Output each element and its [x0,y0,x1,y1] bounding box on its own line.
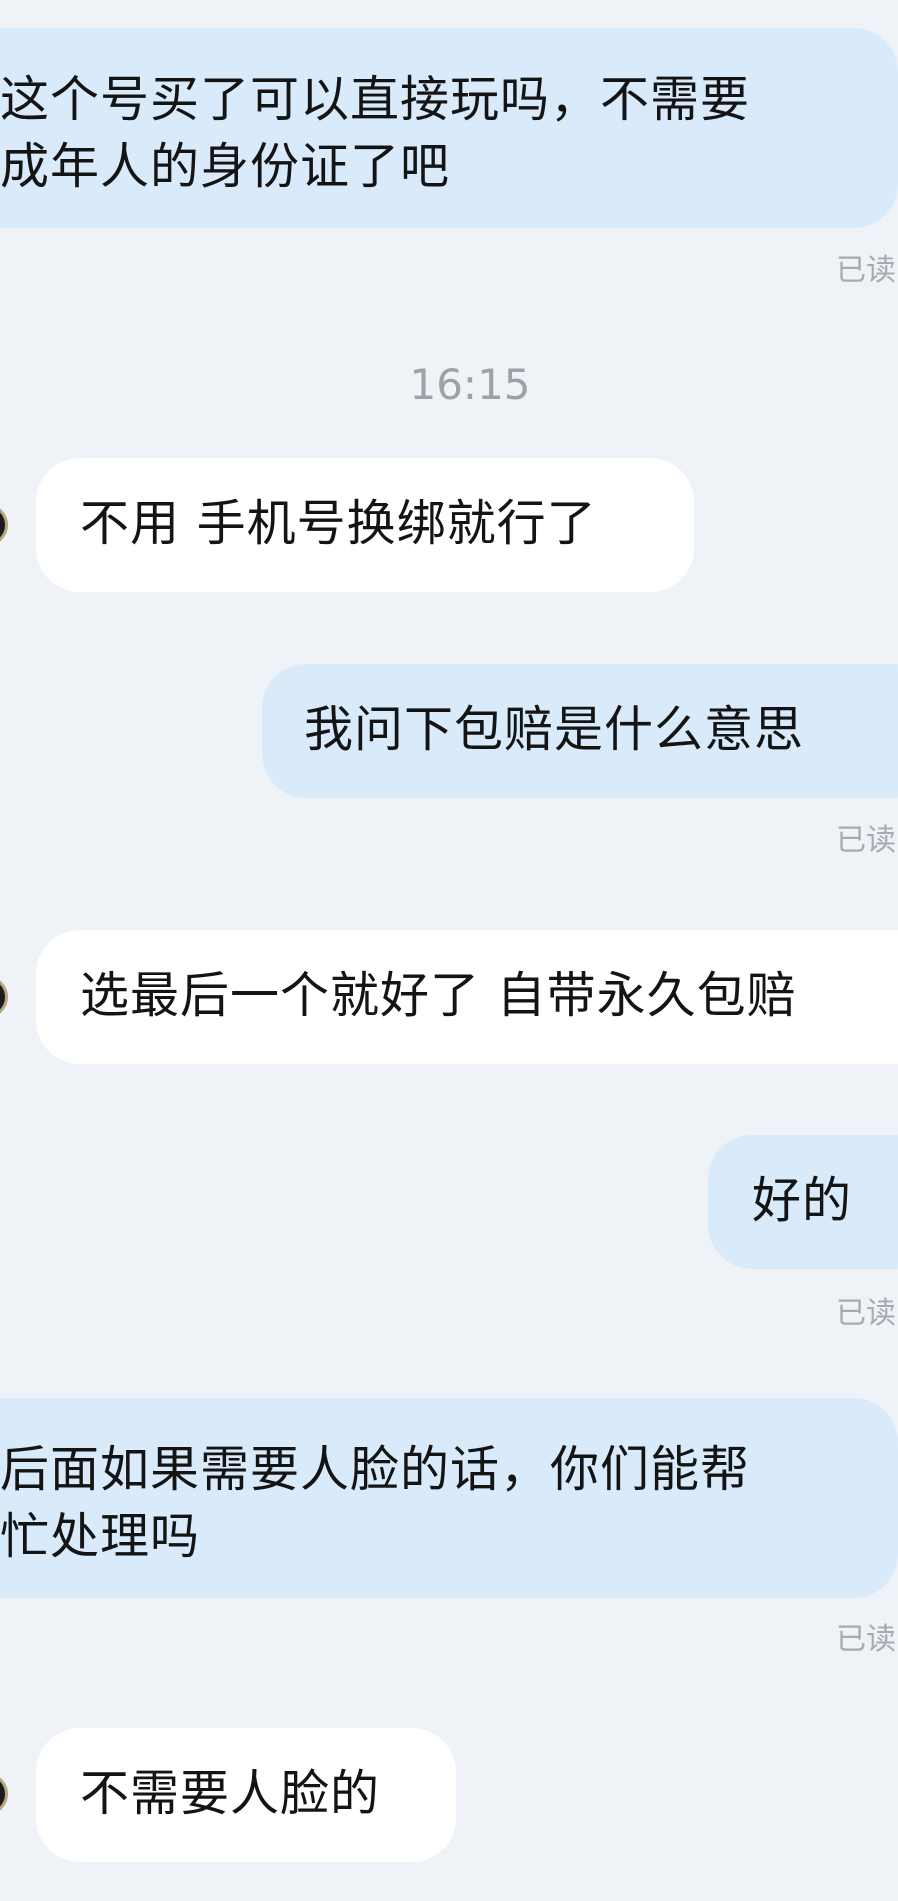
contact-avatar[interactable] [0,504,8,546]
message-bubble-incoming[interactable]: 不需要人脸的 [36,1728,456,1862]
message-bubble-outgoing[interactable]: 好的 [708,1135,898,1269]
message-bubble-incoming[interactable]: 不用 手机号换绑就行了 [36,458,694,592]
read-receipt: 已读 [836,1296,896,1331]
read-receipt: 已读 [836,253,896,288]
read-receipt: 已读 [836,823,896,858]
chat-timestamp: 16:15 [409,360,531,409]
message-bubble-outgoing[interactable]: 后面如果需要人脸的话，你们能帮 忙处理吗 [0,1398,898,1598]
contact-avatar[interactable] [0,1773,8,1815]
message-bubble-outgoing[interactable]: 这个号买了可以直接玩吗，不需要 成年人的身份证了吧 [0,28,898,228]
message-bubble-outgoing[interactable]: 我问下包赔是什么意思 [262,664,898,798]
contact-avatar[interactable] [0,976,8,1018]
read-receipt: 已读 [836,1622,896,1657]
message-bubble-incoming[interactable]: 选最后一个就好了 自带永久包赔 [36,930,898,1064]
